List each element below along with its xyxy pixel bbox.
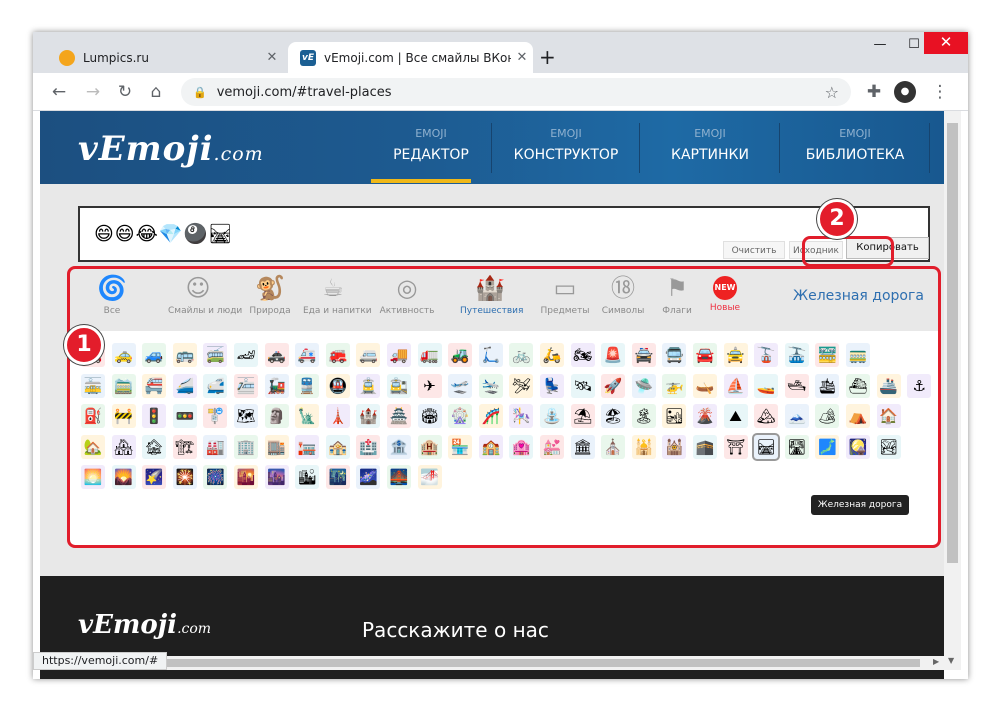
site-header: vEmoji.com EMOJI РЕДАКТОР EMOJI КОНСТРУКТО…	[40, 111, 944, 184]
minimize-icon[interactable]: —	[862, 32, 898, 62]
lumpics-favicon-icon	[59, 49, 75, 66]
nav-kicker: EMOJI	[550, 127, 582, 140]
forward-arrow-icon[interactable]: →	[81, 80, 105, 104]
lock-icon: 🔒	[193, 85, 207, 99]
logo-text: vEmoji	[78, 610, 178, 640]
nav-kicker: EMOJI	[694, 127, 726, 140]
browser-window: Lumpics.ru ✕ vE vEmoji.com | Все смайлы …	[33, 32, 968, 679]
close-tab-icon[interactable]: ✕	[261, 50, 283, 65]
scrollbar-thumb[interactable]	[160, 659, 920, 667]
annotation-badge-2: 2	[817, 199, 857, 239]
nav-kicker: EMOJI	[415, 127, 447, 140]
menu-kebab-icon[interactable]: ⋮	[928, 80, 952, 104]
extensions-puzzle-icon[interactable]: ✚	[862, 80, 886, 104]
logo-suffix: .com	[213, 143, 264, 165]
editor-content: 😄😄😂💎🎱🛤	[94, 223, 234, 245]
horizontal-scrollbar[interactable]: ▶	[40, 656, 944, 670]
close-tab-icon[interactable]: ✕	[511, 50, 533, 65]
nav-library[interactable]: EMOJI БИБЛИОТЕКА	[780, 111, 930, 184]
footer-heading: Расскажите о нас	[362, 618, 549, 642]
scroll-right-arrow-icon[interactable]: ▶	[933, 657, 939, 666]
scroll-down-arrow-icon[interactable]: ▼	[948, 656, 954, 665]
home-icon[interactable]: ⌂	[144, 80, 168, 104]
new-tab-button[interactable]: +	[539, 46, 556, 68]
url-text: vemoji.com/#travel-places	[216, 84, 392, 100]
nav-constructor[interactable]: EMOJI КОНСТРУКТОР	[492, 111, 640, 184]
address-bar[interactable]: 🔒 vemoji.com/#travel-places ☆	[181, 78, 851, 106]
tab-title: Lumpics.ru	[83, 50, 149, 65]
tab-bar: Lumpics.ru ✕ vE vEmoji.com | Все смайлы …	[33, 32, 968, 73]
nav-label: КОНСТРУКТОР	[513, 147, 619, 163]
tab-lumpics[interactable]: Lumpics.ru ✕	[47, 42, 283, 73]
browser-toolbar: ← → ↻ ⌂ 🔒 vemoji.com/#travel-places ☆ ✚ …	[33, 73, 968, 111]
status-bar-url: https://vemoji.com/#	[33, 652, 168, 670]
web-page: vEmoji.com EMOJI РЕДАКТОР EMOJI КОНСТРУКТО…	[40, 111, 944, 679]
close-window-icon[interactable]: ✕	[924, 32, 968, 54]
tab-title: vEmoji.com | Все смайлы ВКонта	[324, 50, 511, 65]
annotation-highlight-copy	[802, 236, 894, 267]
nav-label: КАРТИНКИ	[671, 147, 749, 163]
logo-suffix: .com	[177, 621, 212, 637]
nav-label: РЕДАКТОР	[393, 147, 469, 163]
annotation-badge-1: 1	[64, 325, 104, 365]
site-logo[interactable]: vEmoji.com	[78, 129, 264, 169]
logo-text: vEmoji	[78, 129, 214, 169]
vertical-scrollbar[interactable]: ▼	[944, 111, 961, 670]
footer-logo[interactable]: vEmoji.com	[78, 610, 211, 640]
scrollbar-thumb[interactable]	[947, 123, 958, 563]
nav-kicker: EMOJI	[839, 127, 871, 140]
profile-avatar[interactable]: ●	[894, 81, 916, 103]
bookmark-star-icon[interactable]: ☆	[825, 83, 839, 102]
nav-editor[interactable]: EMOJI РЕДАКТОР	[370, 111, 492, 184]
reload-icon[interactable]: ↻	[113, 80, 137, 104]
active-nav-indicator	[371, 179, 471, 183]
clear-button[interactable]: Очистить	[723, 241, 785, 259]
annotation-highlight-grid	[67, 266, 941, 548]
vemoji-favicon-icon: vE	[300, 49, 316, 66]
nav-pictures[interactable]: EMOJI КАРТИНКИ	[640, 111, 780, 184]
nav-label: БИБЛИОТЕКА	[805, 147, 905, 163]
back-arrow-icon[interactable]: ←	[47, 80, 71, 104]
tab-vemoji[interactable]: vE vEmoji.com | Все смайлы ВКонта ✕	[288, 42, 533, 73]
